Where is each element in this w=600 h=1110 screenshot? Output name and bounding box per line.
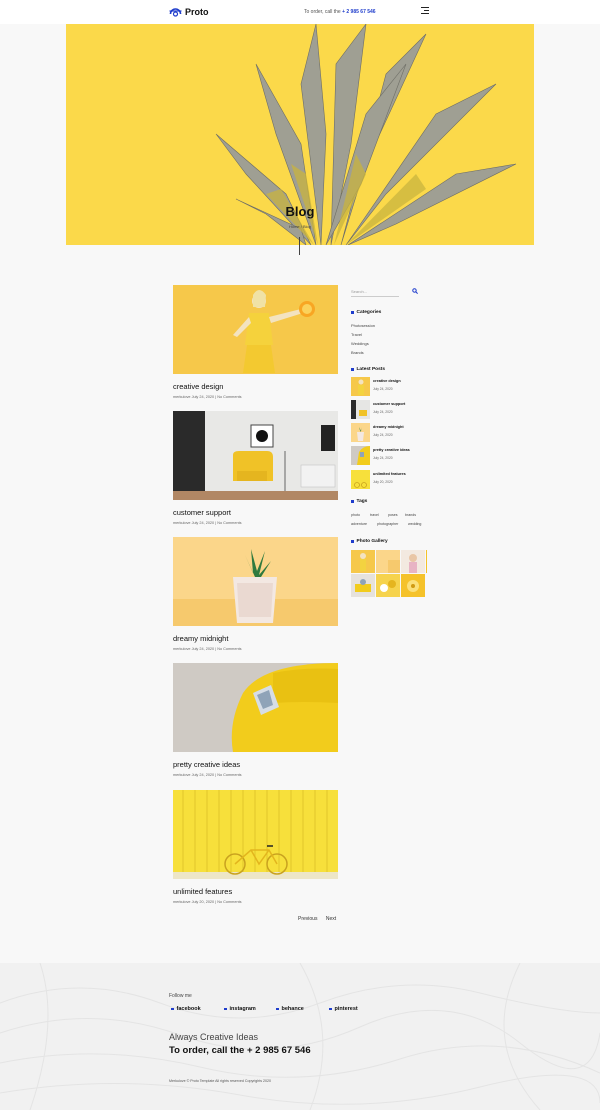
latest-post-item[interactable]: pretty creative ideas July 24, 2020	[351, 446, 427, 466]
tag-link[interactable]: adventure	[351, 522, 367, 526]
gallery-thumb[interactable]	[401, 550, 425, 573]
latest-post-date: July 24, 2020	[373, 456, 393, 460]
search-widget	[351, 285, 427, 298]
logo[interactable]: Proto	[169, 6, 209, 17]
photo-gallery	[351, 550, 427, 597]
latest-post-date: July 20, 2020	[373, 480, 393, 484]
blog-post: dreamy midnight merkulove July 24, 2020 …	[173, 537, 338, 651]
post-title[interactable]: creative design	[173, 382, 338, 391]
latest-post-date: July 24, 2020	[373, 410, 393, 414]
phone-number[interactable]: + 2 985 67 546	[342, 9, 376, 15]
post-image-bicycle[interactable]	[173, 790, 338, 879]
category-link[interactable]: Photosession	[351, 323, 375, 328]
breadcrumb[interactable]: Home / Blog	[66, 224, 534, 229]
gallery-thumb[interactable]	[376, 550, 400, 573]
latest-post-title[interactable]: dreamy midnight	[373, 425, 404, 429]
gallery-thumb[interactable]	[351, 550, 375, 573]
photo-gallery-heading: Photo Gallery	[351, 539, 388, 544]
next-link[interactable]: Next	[326, 916, 336, 922]
post-meta: merkulove July 24, 2020 | No Comments	[173, 395, 242, 399]
bullet-square-icon	[351, 311, 354, 314]
latest-posts-heading: Latest Posts	[351, 367, 385, 372]
previous-link[interactable]: Previous	[298, 916, 317, 922]
tag-link[interactable]: photographer	[377, 522, 398, 526]
category-link[interactable]: Brands	[351, 350, 364, 355]
latest-post-thumb[interactable]	[351, 423, 370, 442]
latest-post-title[interactable]: customer support	[373, 402, 405, 406]
latest-post-date: July 24, 2020	[373, 387, 393, 391]
category-link[interactable]: Travel	[351, 332, 362, 337]
latest-post-thumb[interactable]	[351, 470, 370, 489]
latest-post-title[interactable]: unlimited features	[373, 472, 406, 476]
header-phone: To order, call the + 2 985 67 546	[304, 9, 376, 15]
search-icon[interactable]	[412, 288, 418, 294]
post-meta: merkulove July 24, 2020 | No Comments	[173, 773, 242, 777]
latest-post-thumb[interactable]	[351, 446, 370, 465]
tag-link[interactable]: brands	[405, 513, 416, 517]
social-facebook-link[interactable]: facebook	[171, 1006, 201, 1012]
post-image-chair[interactable]	[173, 411, 338, 500]
bullet-square-icon	[276, 1007, 279, 1011]
site-header: Proto To order, call the + 2 985 67 546	[0, 0, 600, 24]
tag-link[interactable]: poses	[388, 513, 398, 517]
post-title[interactable]: pretty creative ideas	[173, 760, 338, 769]
tag-link[interactable]: travel	[370, 513, 379, 517]
post-image-woman[interactable]	[173, 285, 338, 374]
gallery-thumb[interactable]	[351, 574, 375, 597]
latest-post-thumb[interactable]	[351, 400, 370, 419]
latest-post-thumb[interactable]	[351, 377, 370, 396]
post-image-plant[interactable]	[173, 537, 338, 626]
hamburger-menu-icon[interactable]	[421, 7, 429, 15]
latest-post-title[interactable]: creative design	[373, 379, 401, 383]
post-meta: merkulove July 24, 2020 | No Comments	[173, 647, 242, 651]
site-footer: Follow me facebook instagram behance pin…	[0, 963, 600, 1110]
pagination: Previous Next	[298, 916, 343, 922]
hero-banner: Blog Home / Blog	[66, 24, 534, 245]
bullet-square-icon	[171, 1007, 174, 1011]
social-pinterest-link[interactable]: pinterest	[329, 1006, 358, 1012]
social-behance-link[interactable]: behance	[276, 1006, 304, 1012]
gallery-thumb[interactable]	[426, 550, 427, 573]
bullet-square-icon	[351, 368, 354, 371]
bullet-square-icon	[329, 1007, 332, 1011]
topographic-pattern	[0, 963, 600, 1110]
bullet-square-icon	[351, 500, 354, 503]
latest-post-item[interactable]: unlimited features July 20, 2020	[351, 470, 427, 490]
post-image-sofa[interactable]	[173, 663, 338, 752]
footer-cta[interactable]: To order, call the + 2 985 67 546	[169, 1045, 311, 1056]
tag-link[interactable]: photo	[351, 513, 360, 517]
logo-icon	[169, 8, 182, 17]
latest-post-item[interactable]: customer support July 24, 2020	[351, 400, 427, 420]
post-title[interactable]: dreamy midnight	[173, 634, 338, 643]
blog-post: customer support merkulove July 24, 2020…	[173, 411, 338, 525]
hero-divider-line	[299, 237, 300, 255]
category-link[interactable]: Weddings	[351, 341, 369, 346]
bullet-square-icon	[351, 540, 354, 543]
page-title: Blog	[285, 204, 315, 219]
categories-heading: Categories	[351, 310, 381, 315]
post-title[interactable]: unlimited features	[173, 887, 338, 896]
post-meta: merkulove July 24, 2020 | No Comments	[173, 521, 242, 525]
blog-post: creative design merkulove July 24, 2020 …	[173, 285, 338, 399]
social-instagram-link[interactable]: instagram	[224, 1006, 256, 1012]
post-meta: merkulove July 20, 2020 | No Comments	[173, 900, 242, 904]
latest-post-title[interactable]: pretty creative ideas	[373, 448, 410, 452]
copyright: Merkulove © Proto Template All rights re…	[169, 1079, 272, 1083]
phone-prefix: To order, call the	[304, 9, 341, 15]
logo-text: Proto	[185, 6, 209, 17]
footer-tagline: Always Creative Ideas	[169, 1032, 259, 1042]
latest-post-item[interactable]: creative design July 24, 2020	[351, 377, 427, 397]
follow-label: Follow me	[169, 993, 192, 999]
bullet-square-icon	[224, 1007, 227, 1011]
gallery-thumb[interactable]	[401, 574, 425, 597]
tags-heading: Tags	[351, 499, 367, 504]
post-title[interactable]: customer support	[173, 508, 338, 517]
gallery-thumb[interactable]	[376, 574, 400, 597]
latest-post-item[interactable]: dreamy midnight July 24, 2020	[351, 423, 427, 443]
blog-post: pretty creative ideas merkulove July 24,…	[173, 663, 338, 777]
latest-post-date: July 24, 2020	[373, 433, 393, 437]
tag-link[interactable]: wedding	[408, 522, 421, 526]
blog-post: unlimited features merkulove July 20, 20…	[173, 790, 338, 904]
search-input[interactable]	[351, 287, 399, 297]
